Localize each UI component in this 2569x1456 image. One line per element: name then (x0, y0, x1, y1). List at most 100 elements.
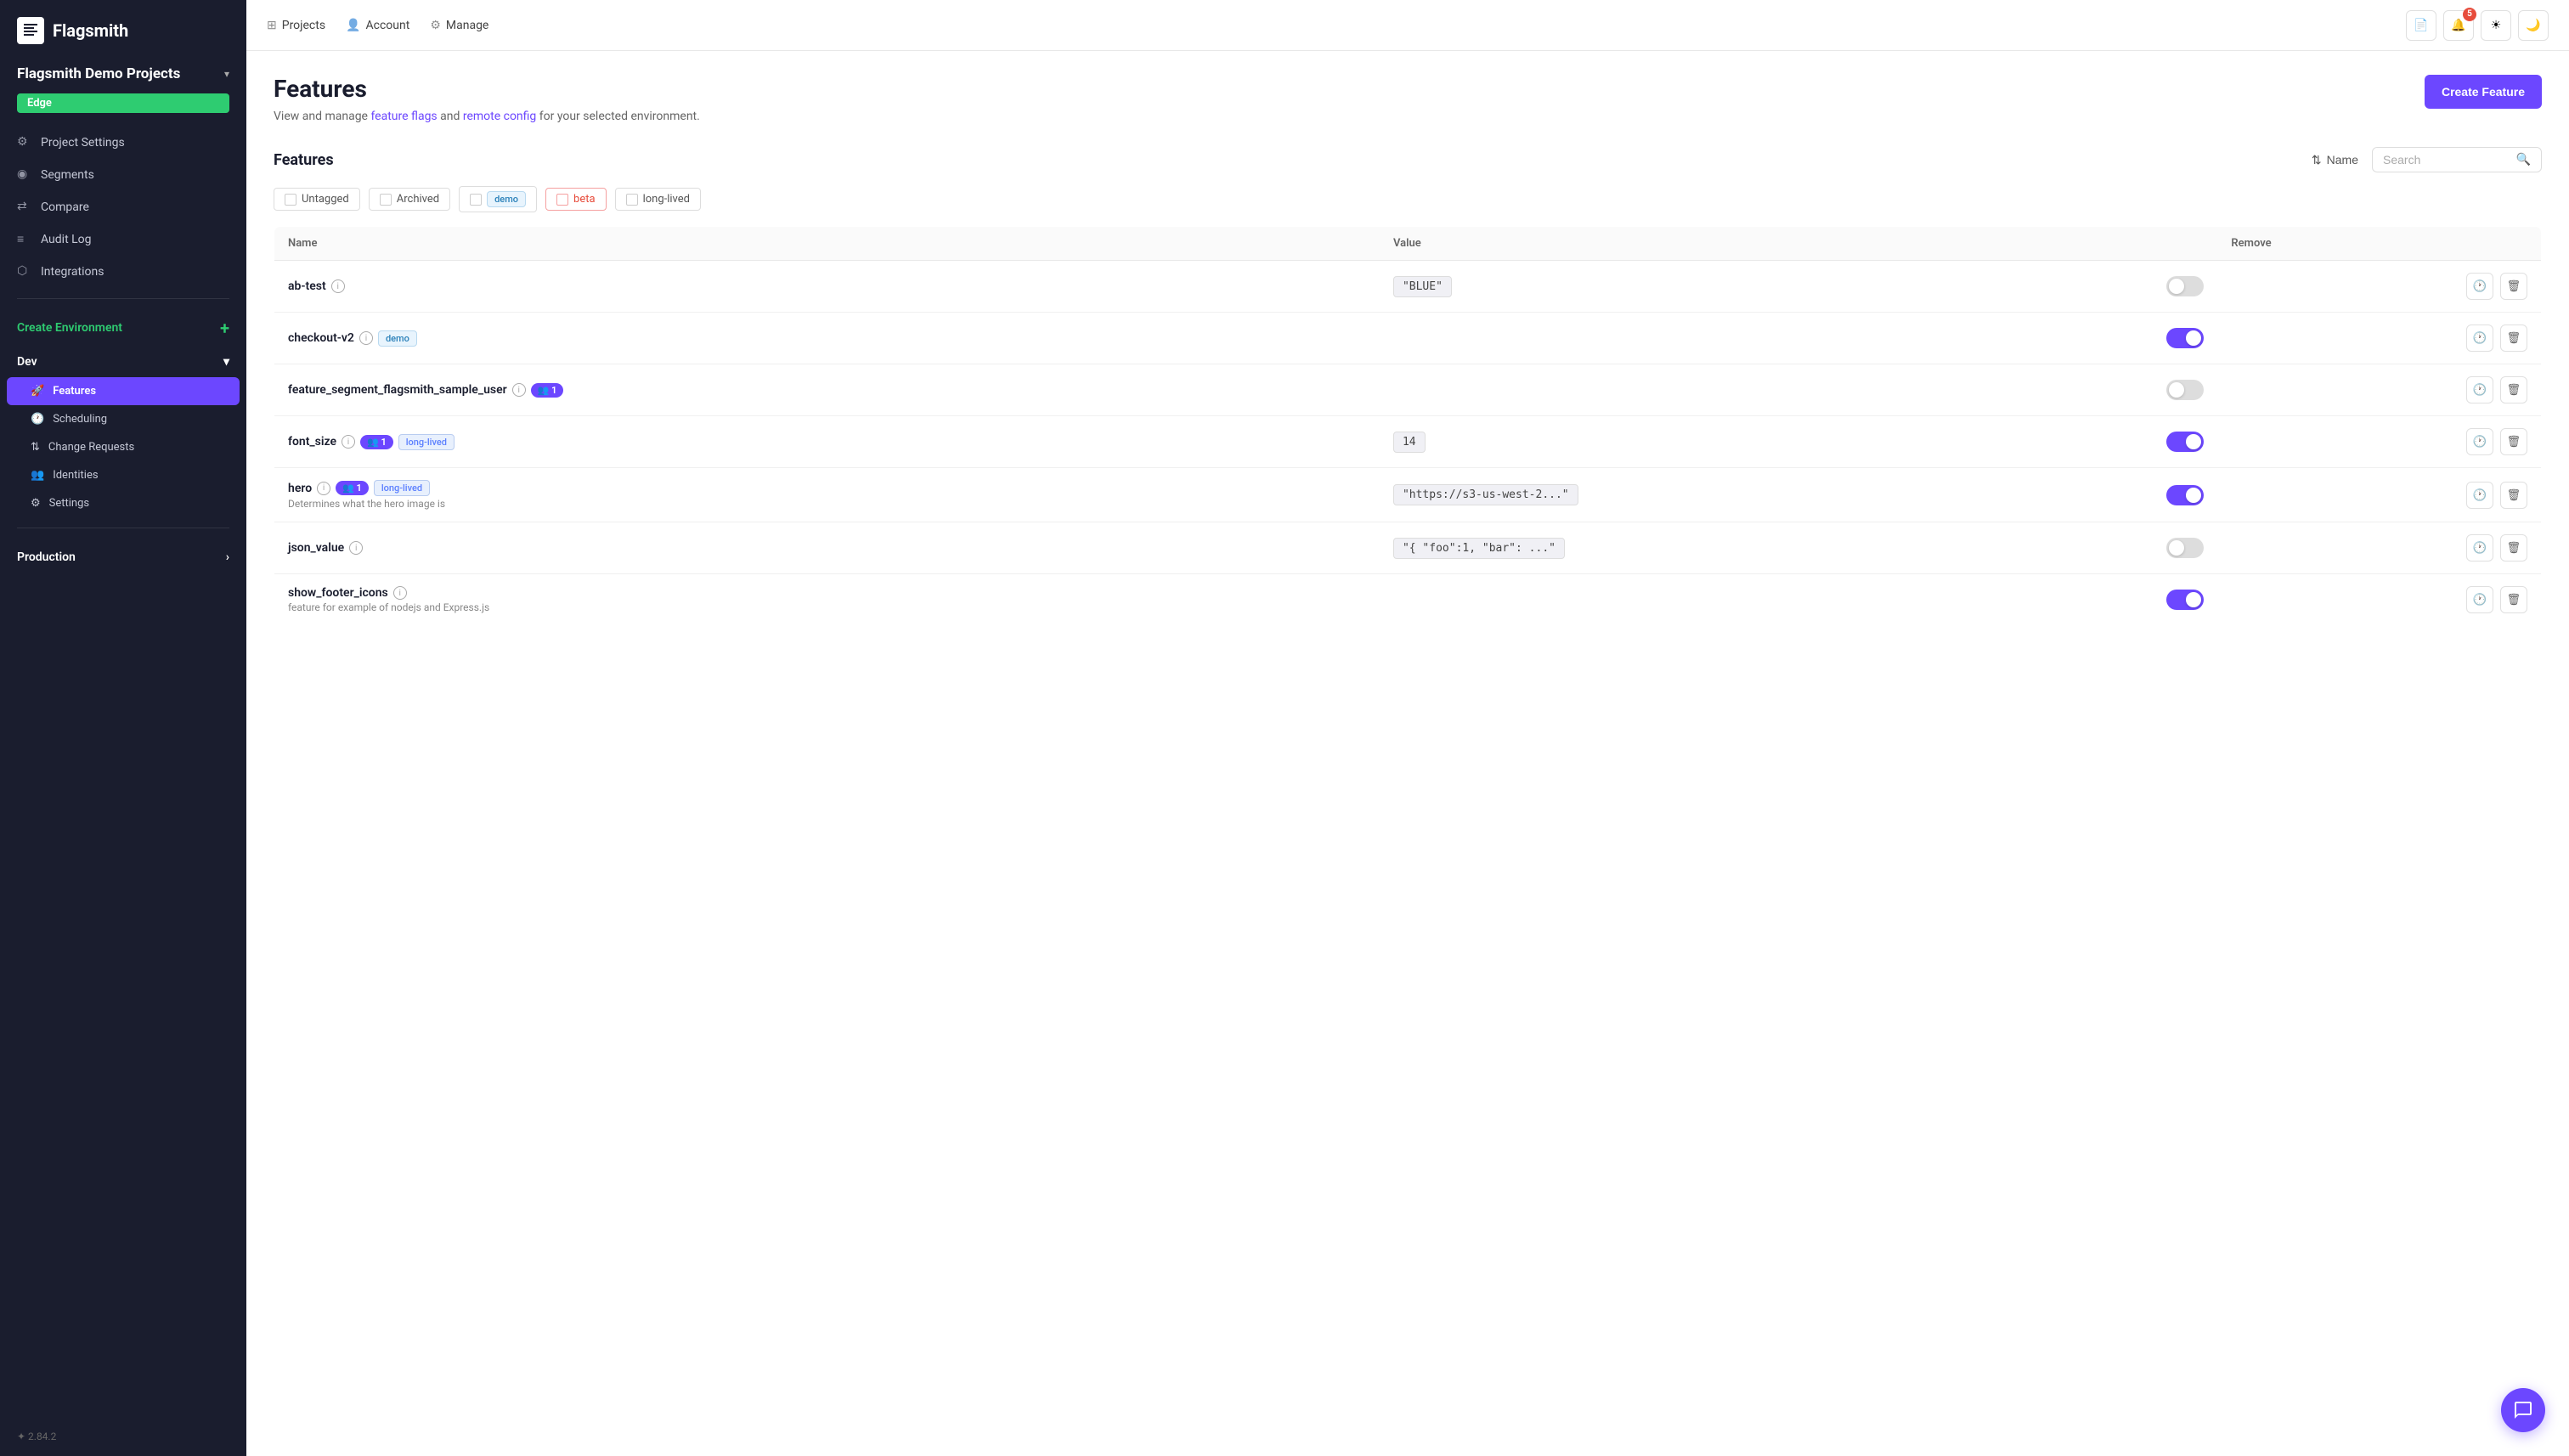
feature-name: feature_segment_flagsmith_sample_user (288, 383, 507, 397)
history-button[interactable]: 🕐 (2466, 324, 2493, 352)
search-box[interactable]: 🔍 (2372, 147, 2542, 172)
info-icon[interactable]: i (317, 482, 330, 495)
delete-button[interactable]: 🗑 (2500, 273, 2527, 300)
env-badge[interactable]: Edge (17, 93, 229, 113)
sidebar-item-segments[interactable]: ◉ Segments (7, 159, 240, 191)
moon-icon: 🌙 (2526, 19, 2540, 32)
sidebar-divider (17, 298, 229, 299)
table-row: feature_segment_flagsmith_sample_user i … (274, 364, 2542, 416)
docs-icon: 📄 (2414, 19, 2428, 32)
sidebar-item-identities[interactable]: 👥 Identities (7, 461, 240, 489)
filter-demo[interactable]: demo (459, 186, 537, 212)
history-button[interactable]: 🕐 (2466, 586, 2493, 613)
theme-light-button[interactable]: ☀ (2481, 10, 2511, 41)
project-name: Flagsmith Demo Projects (17, 65, 180, 83)
project-header[interactable]: Flagsmith Demo Projects ▾ (0, 58, 246, 93)
feature-value: "{ "foo":1, "bar": ..." (1393, 538, 1565, 559)
info-icon[interactable]: i (359, 331, 373, 345)
table-row: show_footer_icons i feature for example … (274, 574, 2542, 626)
topnav-account[interactable]: 👤 Account (346, 14, 409, 37)
delete-button[interactable]: 🗑 (2500, 482, 2527, 509)
topnav: ⊞ Projects 👤 Account ⚙ Manage 📄 🔔 5 ☀ (246, 0, 2569, 51)
sidebar-item-change-requests[interactable]: ⇅ Change Requests (7, 433, 240, 461)
info-icon[interactable]: i (342, 435, 355, 449)
history-button[interactable]: 🕐 (2466, 376, 2493, 404)
scheduling-label: Scheduling (53, 413, 107, 426)
feature-toggle[interactable] (2166, 276, 2204, 296)
info-icon[interactable]: i (512, 383, 526, 397)
delete-button[interactable]: 🗑 (2500, 534, 2527, 562)
untagged-checkbox[interactable] (285, 194, 296, 206)
table-row: checkout-v2 i demo (274, 313, 2542, 364)
logo-icon (17, 17, 44, 44)
identities-label: Identities (53, 469, 98, 482)
topnav-right: 📄 🔔 5 ☀ 🌙 (2406, 10, 2549, 41)
sidebar-item-project-settings[interactable]: ⚙ Project Settings (7, 127, 240, 159)
remote-config-link[interactable]: remote config (463, 110, 536, 123)
filter-archived[interactable]: Archived (369, 188, 450, 211)
feature-toggle[interactable] (2166, 432, 2204, 452)
page-subtitle: View and manage feature flags and remote… (274, 110, 700, 123)
feature-flags-link[interactable]: feature flags (370, 110, 437, 123)
delete-button[interactable]: 🗑 (2500, 376, 2527, 404)
feature-toggle[interactable] (2166, 538, 2204, 558)
compare-icon: ⇄ (17, 200, 32, 215)
topnav-projects[interactable]: ⊞ Projects (267, 14, 325, 37)
notification-badge: 5 (2463, 8, 2476, 21)
sidebar-item-audit-log[interactable]: ≡ Audit Log (7, 223, 240, 256)
delete-button[interactable]: 🗑 (2500, 586, 2527, 613)
demo-checkbox[interactable] (470, 194, 482, 206)
filter-untagged[interactable]: Untagged (274, 188, 360, 211)
clock-icon: 🕐 (31, 413, 44, 426)
long-lived-badge: long-lived (398, 434, 455, 450)
beta-checkbox[interactable] (556, 194, 568, 206)
filter-tags: Untagged Archived demo beta long-lived (274, 186, 2542, 212)
archived-label: Archived (397, 193, 439, 206)
sort-button[interactable]: ⇅ Name (2312, 153, 2358, 167)
feature-toggle[interactable] (2166, 380, 2204, 400)
version-text: ✦ (17, 1431, 28, 1442)
history-button[interactable]: 🕐 (2466, 534, 2493, 562)
feature-toggle[interactable] (2166, 590, 2204, 610)
table-row: json_value i "{ "foo":1, "bar": ..." (274, 522, 2542, 574)
sort-icon: ⇅ (2312, 153, 2322, 167)
history-button[interactable]: 🕐 (2466, 428, 2493, 455)
sidebar-item-compare[interactable]: ⇄ Compare (7, 191, 240, 223)
long-lived-checkbox[interactable] (626, 194, 638, 206)
create-feature-button[interactable]: Create Feature (2425, 75, 2542, 109)
history-button[interactable]: 🕐 (2466, 273, 2493, 300)
filter-long-lived[interactable]: long-lived (615, 188, 701, 211)
info-icon[interactable]: i (349, 541, 363, 555)
chat-bubble-button[interactable] (2501, 1388, 2545, 1432)
info-icon[interactable]: i (393, 586, 407, 600)
filter-beta[interactable]: beta (545, 188, 607, 211)
feature-value: "https://s3-us-west-2..." (1393, 484, 1578, 505)
feature-toggle[interactable] (2166, 328, 2204, 348)
search-input[interactable] (2383, 153, 2510, 166)
search-icon: 🔍 (2516, 153, 2531, 166)
create-environment-button[interactable]: Create Environment + (0, 309, 246, 347)
dev-env-header[interactable]: Dev ▾ (7, 347, 240, 377)
sidebar-item-settings[interactable]: ⚙ Settings (7, 489, 240, 517)
demo-badge: demo (378, 330, 417, 347)
info-icon[interactable]: i (331, 279, 345, 293)
project-chevron-icon[interactable]: ▾ (224, 68, 229, 80)
feature-name: json_value (288, 541, 344, 555)
history-button[interactable]: 🕐 (2466, 482, 2493, 509)
logo-text: Flagsmith (53, 20, 128, 41)
feature-toggle[interactable] (2166, 485, 2204, 505)
dev-env-label: Dev (17, 355, 37, 369)
delete-button[interactable]: 🗑 (2500, 324, 2527, 352)
archived-checkbox[interactable] (380, 194, 392, 206)
sidebar-item-integrations[interactable]: ⬡ Integrations (7, 256, 240, 288)
topnav-manage[interactable]: ⚙ Manage (430, 14, 488, 37)
notifications-button[interactable]: 🔔 5 (2443, 10, 2474, 41)
docs-button[interactable]: 📄 (2406, 10, 2436, 41)
sidebar-item-scheduling[interactable]: 🕐 Scheduling (7, 405, 240, 433)
sidebar-item-features[interactable]: 🚀 Features (7, 377, 240, 405)
theme-dark-button[interactable]: 🌙 (2518, 10, 2549, 41)
feature-name: font_size (288, 435, 336, 449)
production-header[interactable]: Production › (7, 542, 240, 573)
delete-button[interactable]: 🗑 (2500, 428, 2527, 455)
projects-label: Projects (282, 19, 325, 32)
